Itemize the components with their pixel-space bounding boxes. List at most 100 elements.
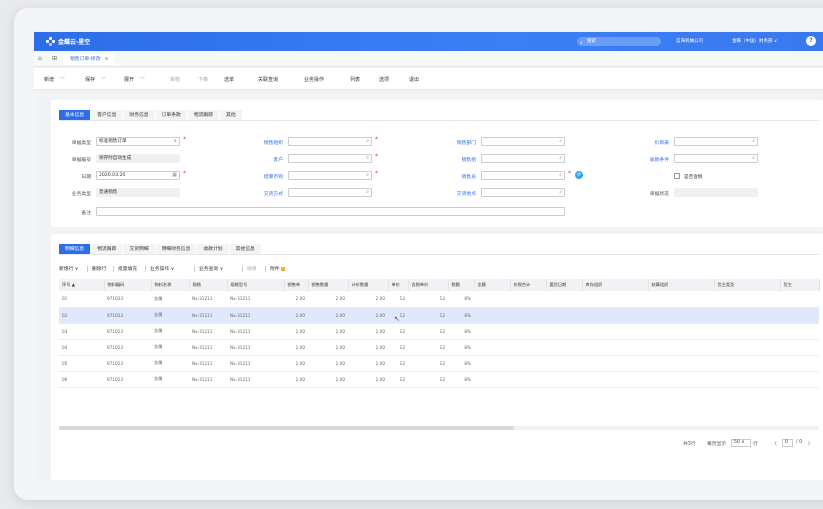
next-page-icon[interactable]: 〉 <box>808 440 813 447</box>
table-cell[interactable]: Nx-31211 <box>227 307 284 324</box>
payment-terms-field[interactable]: ⌕ <box>674 154 758 163</box>
table-row[interactable]: 03 971023 金属 Nx-31211 Nx-31211 2.00 2.00 2.00 12… <box>59 323 819 340</box>
table-cell[interactable]: 2.00 <box>308 307 348 324</box>
table-cell[interactable] <box>714 291 780 308</box>
table-cell[interactable] <box>582 371 648 388</box>
table-cell[interactable]: 2.00 <box>284 291 308 308</box>
chevron-down-icon[interactable]: ﹀ <box>140 77 145 83</box>
column-header[interactable]: 物料编码 <box>104 279 152 291</box>
column-header[interactable]: 结算组织 <box>648 279 715 291</box>
close-tab-icon[interactable]: ⊗ <box>105 57 109 62</box>
table-cell[interactable] <box>510 323 546 340</box>
batch-fill-button[interactable]: 批量填充 <box>118 265 137 272</box>
table-row[interactable]: 01 971023 金属 Nx-31211 Nx-31211 2.00 2.00 2.00 12… <box>59 291 819 308</box>
table-cell[interactable]: 金属 <box>151 307 189 324</box>
table-cell[interactable] <box>474 291 510 308</box>
toolbar-button-0[interactable]: 新增 ﹀ <box>44 76 65 83</box>
table-cell[interactable] <box>780 355 819 372</box>
table-cell[interactable]: 12 <box>388 291 408 308</box>
table-cell[interactable]: 12 <box>408 371 448 388</box>
search-icon[interactable]: ⌕ <box>366 155 369 162</box>
table-cell[interactable]: 2.00 <box>348 355 388 372</box>
search-icon[interactable]: ⌕ <box>366 172 369 179</box>
scrollbar-thumb[interactable] <box>59 426 514 430</box>
table-cell[interactable]: Nx-31211 <box>227 355 284 372</box>
table-cell[interactable] <box>780 371 819 388</box>
table-cell[interactable]: 05 <box>59 355 104 372</box>
column-header[interactable]: 要货日期 <box>546 279 583 291</box>
table-cell[interactable]: 8% <box>448 371 474 388</box>
table-cell[interactable] <box>474 355 510 372</box>
table-cell[interactable]: 12 <box>408 323 448 340</box>
table-cell[interactable] <box>648 307 714 324</box>
table-cell[interactable]: 2.00 <box>348 371 388 388</box>
global-search-input[interactable]: ⌕ 搜索 <box>577 37 661 46</box>
table-cell[interactable] <box>510 339 546 356</box>
table-cell[interactable] <box>582 355 648 372</box>
search-icon[interactable]: ⌕ <box>366 189 369 196</box>
per-page-select[interactable]: 50 ∨ <box>731 439 751 447</box>
toolbar-button-6[interactable]: 关联查询 <box>258 76 278 83</box>
column-header[interactable]: 物料名称 <box>151 279 190 291</box>
grid-tabs-4[interactable]: 收款计划 <box>197 244 229 254</box>
table-cell[interactable] <box>582 323 648 340</box>
prev-page-icon[interactable]: 〈 <box>772 440 777 447</box>
help-icon[interactable]: ? <box>806 36 816 46</box>
table-cell[interactable] <box>648 291 714 308</box>
search-icon[interactable]: ⌕ <box>366 138 369 145</box>
currency-field[interactable]: ⌕ <box>288 171 372 180</box>
table-cell[interactable]: 金属 <box>151 371 189 388</box>
sale-dept-field[interactable]: ⌕ <box>481 137 565 146</box>
chevron-down-icon[interactable]: ﹀ <box>60 77 65 83</box>
table-cell[interactable] <box>714 339 780 356</box>
column-header[interactable]: 规格 <box>189 279 228 291</box>
table-cell[interactable] <box>546 339 582 356</box>
table-cell[interactable]: Nx-31211 <box>227 323 284 340</box>
table-cell[interactable]: 2.00 <box>284 339 308 356</box>
table-cell[interactable] <box>648 339 714 356</box>
table-cell[interactable] <box>546 355 582 372</box>
table-cell[interactable]: 2.00 <box>308 355 348 372</box>
bill-type-select[interactable]: 标准销售订单 ∨ <box>96 137 180 146</box>
table-cell[interactable] <box>546 307 582 324</box>
customer-field[interactable]: ⌕ <box>288 154 372 163</box>
toolbar-button-8[interactable]: 列表 <box>350 76 360 83</box>
table-cell[interactable]: 12 <box>388 371 408 388</box>
table-cell[interactable]: 2.00 <box>308 339 348 356</box>
grid-tabs-3[interactable]: 明细财务信息 <box>155 244 197 254</box>
grid-tabs-2[interactable]: 交货明细 <box>123 244 155 254</box>
table-cell[interactable]: 12 <box>408 355 448 372</box>
table-cell[interactable]: 2.00 <box>348 291 388 308</box>
search-icon[interactable]: ⌕ <box>752 155 755 162</box>
grid-tabs-1[interactable]: 物流跟踪 <box>91 244 123 254</box>
column-header[interactable]: 规格型号 <box>227 279 285 291</box>
column-header[interactable]: 价税合计 <box>510 279 547 291</box>
table-cell[interactable]: Nx-31211 <box>189 307 227 324</box>
table-cell[interactable]: 金属 <box>151 291 189 308</box>
table-cell[interactable]: 8% <box>448 339 474 356</box>
table-cell[interactable] <box>546 323 582 340</box>
form-tabs-0[interactable]: 基本信息 <box>59 110 91 120</box>
column-header[interactable]: 销售数量 <box>308 279 349 291</box>
table-cell[interactable]: Nx-31211 <box>189 323 227 340</box>
table-cell[interactable]: Nx-31211 <box>227 371 284 388</box>
table-cell[interactable]: 971023 <box>104 371 151 388</box>
biz-operation-menu[interactable]: 业务操作 ∨ <box>150 265 174 272</box>
table-cell[interactable]: Nx-31211 <box>189 371 227 388</box>
grid-tabs-0[interactable]: 明细信息 <box>59 244 91 254</box>
tab-sales-order-edit[interactable]: 销售订单-修改 ⊗ <box>64 54 115 65</box>
toolbar-button-10[interactable]: 退出 <box>409 76 419 83</box>
table-cell[interactable] <box>648 355 714 372</box>
table-cell[interactable]: 金属 <box>151 339 189 356</box>
table-cell[interactable] <box>714 371 780 388</box>
column-header[interactable]: 含税单价 <box>408 279 449 291</box>
table-cell[interactable]: 12 <box>408 339 448 356</box>
sale-group-field[interactable]: ⌕ <box>481 154 565 163</box>
table-cell[interactable]: 03 <box>59 323 104 340</box>
form-tabs-3[interactable]: 订单条款 <box>155 110 187 120</box>
column-header[interactable]: 序号 ▲ <box>59 279 105 291</box>
table-row[interactable]: 05 971023 金属 Nx-31211 Nx-31211 2.00 2.00 2.00 12… <box>59 355 819 372</box>
toolbar-button-4[interactable]: 下推 <box>198 76 208 83</box>
table-cell[interactable] <box>474 371 510 388</box>
table-cell[interactable]: 2.00 <box>308 291 348 308</box>
